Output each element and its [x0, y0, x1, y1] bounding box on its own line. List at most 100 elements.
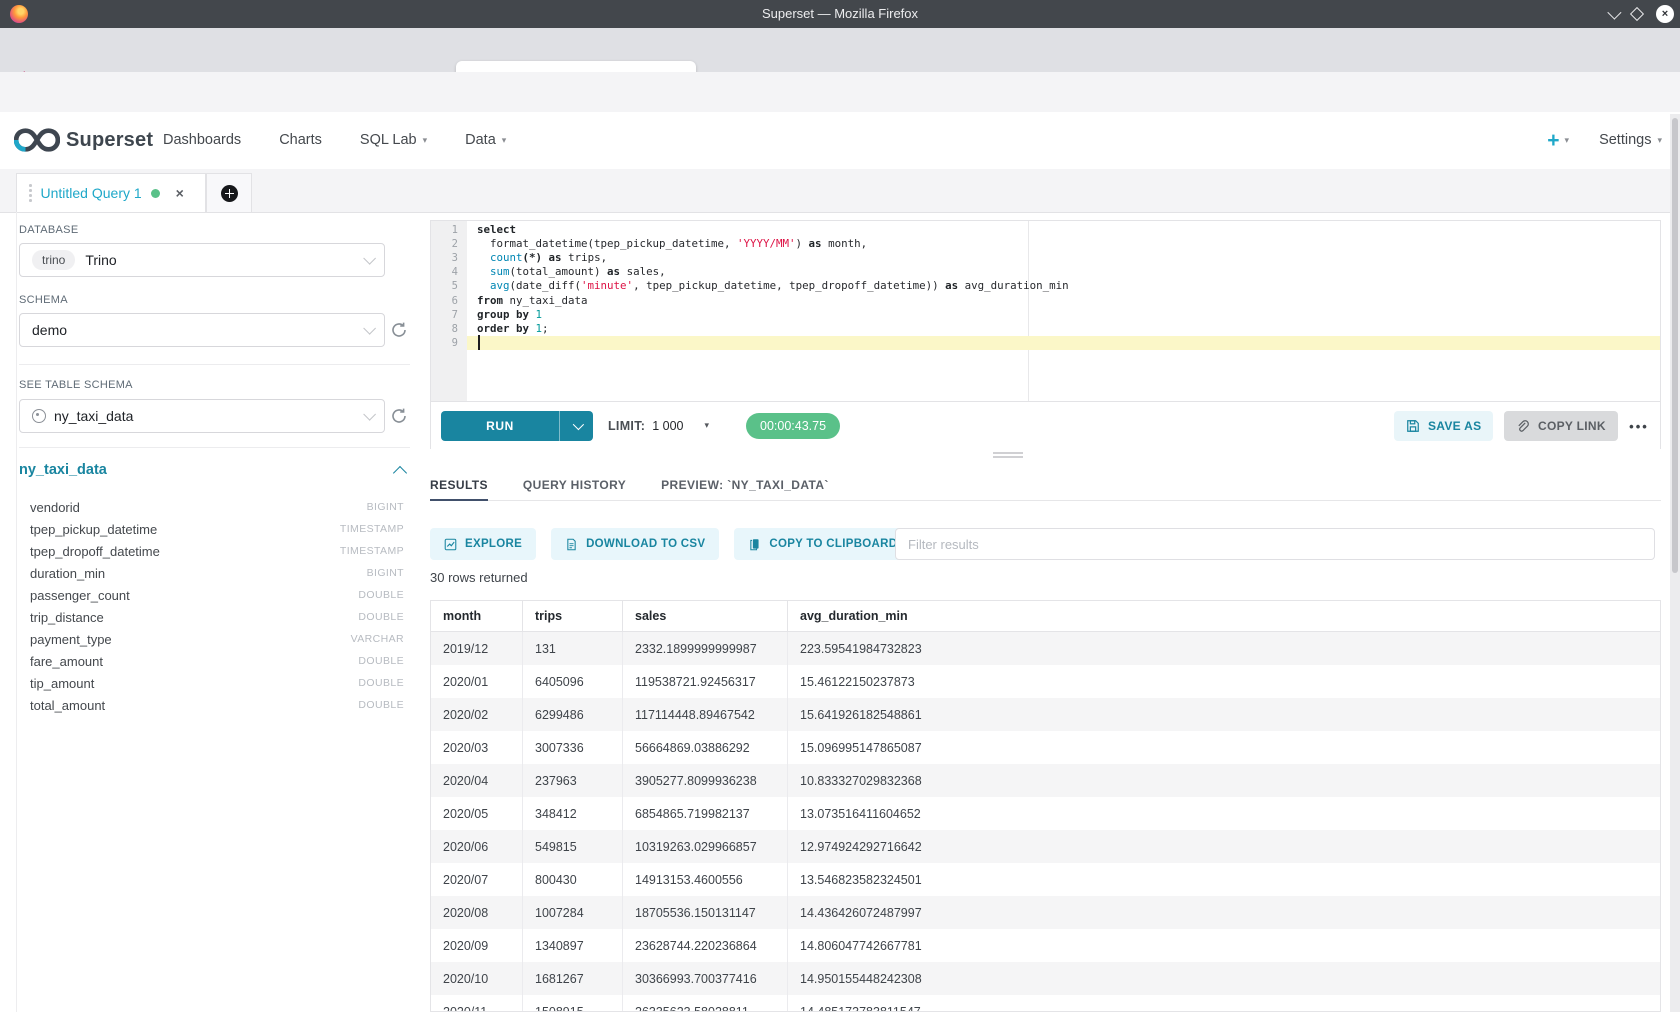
results-tab-preview[interactable]: PREVIEW: `NY_TAXI_DATA` [661, 470, 829, 500]
table-cell: 1340897 [523, 929, 623, 962]
gutter-line-number: 1 [452, 223, 458, 237]
gutter-line-number: 4 [452, 265, 458, 279]
collapse-table-icon[interactable] [393, 466, 407, 480]
editor-toolbar: RUN LIMIT: 1 000 ▾ 00:00:43.75 SAVE AS C… [431, 402, 1660, 449]
column-header-avg_duration_min: avg_duration_min [788, 601, 1660, 631]
save-as-button[interactable]: SAVE AS [1394, 411, 1493, 441]
results-table-header: monthtripssalesavg_duration_min [431, 601, 1660, 632]
table-column-row: total_amountDOUBLE [30, 694, 404, 716]
chart-icon [444, 538, 457, 551]
table-cell: 2020/11 [431, 995, 523, 1012]
refresh-table-icon[interactable] [389, 406, 409, 426]
table-cell: 237963 [523, 764, 623, 797]
copy-to-clipboard-button[interactable]: COPY TO CLIPBOARD [734, 528, 911, 560]
table-cell: 23628744.220236864 [623, 929, 788, 962]
column-type: VARCHAR [351, 633, 404, 645]
column-name: tip_amount [30, 676, 94, 691]
window-title: Superset — Mozilla Firefox [0, 0, 1680, 28]
window-close-icon[interactable]: × [1656, 5, 1674, 23]
close-query-tab-icon[interactable]: × [176, 186, 184, 200]
table-value: ny_taxi_data [54, 408, 133, 424]
table-cell: 6854865.719982137 [623, 797, 788, 830]
brand-name: Superset [66, 129, 153, 152]
chevron-down-icon [572, 419, 583, 430]
chevron-down-icon [363, 408, 376, 421]
save-icon [1406, 419, 1420, 433]
scrollbar-thumb[interactable] [1672, 118, 1678, 573]
column-name: vendorid [30, 500, 80, 515]
browser-tab-bar: + MinIO Console×Cluster Overview - Trino… [0, 28, 1680, 72]
database-select[interactable]: trino Trino [19, 243, 385, 277]
schema-select[interactable]: demo [19, 313, 385, 347]
table-cell: 2019/12 [431, 632, 523, 665]
results-actions: EXPLORE DOWNLOAD TO CSV COPY TO CLIPBOARD [430, 528, 911, 560]
table-cell: 2020/07 [431, 863, 523, 896]
table-row: 2020/042379633905277.809993623810.833327… [431, 764, 1660, 797]
table-cell: 2332.1899999999987 [623, 632, 788, 665]
table-cell: 26335623.58028811 [623, 995, 788, 1012]
table-cell: 2020/09 [431, 929, 523, 962]
table-row: 2019/121312332.1899999999987223.59541984… [431, 632, 1660, 665]
table-cell: 14913153.4600556 [623, 863, 788, 896]
table-cell: 56664869.03886292 [623, 731, 788, 764]
window-minimize-icon[interactable] [1607, 6, 1621, 20]
column-type: DOUBLE [358, 611, 404, 623]
chevron-down-icon [363, 322, 376, 335]
drag-handle-icon[interactable] [29, 184, 32, 202]
table-row: 2020/10168126730366993.70037741614.95015… [431, 962, 1660, 995]
settings-menu[interactable]: Settings ▾ [1599, 132, 1662, 148]
window-maximize-icon[interactable] [1630, 7, 1644, 21]
page-scrollbar[interactable] [1670, 114, 1680, 1012]
superset-navbar: Superset DashboardsChartsSQL Lab▾Data▾ +… [0, 112, 1680, 170]
download-to-csv-button[interactable]: DOWNLOAD TO CSV [551, 528, 719, 560]
results-tab-results[interactable]: RESULTS [430, 470, 488, 500]
nav-item-data[interactable]: Data▾ [465, 132, 506, 148]
chevron-down-icon: ▾ [502, 135, 507, 146]
superset-logo[interactable]: Superset [14, 112, 153, 168]
panel-resize-handle[interactable] [993, 452, 1023, 460]
table-cell: 14.806047742667781 [788, 929, 1660, 962]
query-tab[interactable]: Untitled Query 1 × [16, 173, 206, 212]
run-button[interactable]: RUN [441, 411, 559, 441]
text-cursor [478, 335, 480, 350]
table-cell: 1508915 [523, 995, 623, 1012]
divider [19, 447, 410, 448]
active-line-highlight [467, 336, 1660, 350]
table-select[interactable]: ny_taxi_data [19, 399, 385, 433]
results-tab-query-history[interactable]: QUERY HISTORY [523, 470, 626, 500]
table-row: 2020/026299486117114448.8946754215.64192… [431, 698, 1660, 731]
table-column-row: duration_minBIGINT [30, 562, 404, 584]
add-query-tab[interactable] [206, 173, 252, 212]
table-row: 2020/0654981510319263.02996685712.974924… [431, 830, 1660, 863]
table-column-row: trip_distanceDOUBLE [30, 606, 404, 628]
code-line: format_datetime(tpep_pickup_datetime, 'Y… [477, 237, 867, 251]
table-column-row: tpep_pickup_datetimeTIMESTAMP [30, 518, 404, 540]
query-tab-label: Untitled Query 1 [41, 185, 142, 201]
nav-item-charts[interactable]: Charts [279, 132, 322, 148]
chevron-down-icon: ▾ [1657, 135, 1662, 146]
column-name: tpep_pickup_datetime [30, 522, 157, 537]
nav-item-label: SQL Lab [360, 132, 417, 148]
column-type: BIGINT [367, 567, 404, 579]
more-options-button[interactable]: ••• [1621, 411, 1657, 441]
copy-link-button[interactable]: COPY LINK [1504, 411, 1618, 441]
nav-item-label: Charts [279, 132, 322, 148]
limit-control[interactable]: LIMIT: 1 000 ▾ [608, 402, 709, 449]
nav-item-dashboards[interactable]: Dashboards [163, 132, 241, 148]
table-cell: 14.485173783811547 [788, 995, 1660, 1012]
explore-button[interactable]: EXPLORE [430, 528, 536, 560]
table-column-row: tip_amountDOUBLE [30, 672, 404, 694]
refresh-schema-icon[interactable] [389, 320, 409, 340]
nav-item-sql-lab[interactable]: SQL Lab▾ [360, 132, 427, 148]
schema-label: SCHEMA [19, 294, 68, 306]
table-cell: 2020/04 [431, 764, 523, 797]
run-options-button[interactable] [559, 411, 593, 441]
gutter-line-number: 2 [452, 237, 458, 251]
table-cell: 2020/08 [431, 896, 523, 929]
new-item-button[interactable]: + ▾ [1547, 130, 1569, 151]
table-icon [32, 409, 46, 423]
table-heading: ny_taxi_data [19, 462, 107, 478]
sql-editor[interactable]: 123456789 select format_datetime(tpep_pi… [431, 221, 1660, 402]
gutter-line-number: 6 [452, 294, 458, 308]
filter-results-input[interactable] [895, 528, 1655, 560]
